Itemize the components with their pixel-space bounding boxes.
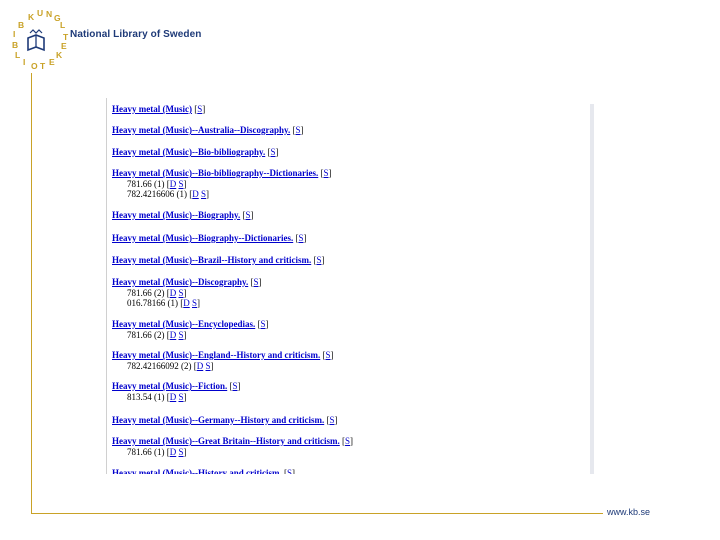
call-number-line: 782.42166092 (2) [D S] <box>127 360 214 371</box>
call-number-line: 781.66 (1) [D S] <box>127 178 187 189</box>
subject-entry: Heavy metal (Music)--Fiction. [S] 813.54 … <box>112 381 240 402</box>
tag-link[interactable]: S <box>197 104 202 114</box>
subject-entry: Heavy metal (Music)--Biography--Dictiona… <box>112 233 306 244</box>
catalog-screenshot: Heavy metal (Music) [S] Heavy metal (Musi… <box>106 98 594 474</box>
subject-entry: Heavy metal (Music)--Australia--Discogra… <box>112 125 304 136</box>
subject-tag: [S] <box>322 350 334 360</box>
subject-heading-link[interactable]: Heavy metal (Music)--Brazil--History and… <box>112 255 311 265</box>
s-link[interactable]: S <box>206 361 211 371</box>
subject-tag: [S] <box>250 277 262 287</box>
call-number: 813.54 (1) <box>127 391 165 402</box>
call-number-line: 813.54 (1) [D S] <box>127 391 187 402</box>
call-number: 781.66 (2) <box>127 329 165 340</box>
subject-entry: Heavy metal (Music)--Encyclopedias. [S] 7… <box>112 319 269 340</box>
subject-heading-link[interactable]: Heavy metal (Music)--Fiction. <box>112 381 227 391</box>
d-link[interactable]: D <box>170 330 177 340</box>
subject-entry: Heavy metal (Music)--History and critici… <box>112 468 295 474</box>
s-link[interactable]: S <box>179 392 184 402</box>
d-link[interactable]: D <box>197 361 204 371</box>
s-link[interactable]: S <box>179 330 184 340</box>
d-link[interactable]: D <box>170 288 177 298</box>
subject-heading-link[interactable]: Heavy metal (Music)--Biography--Dictiona… <box>112 233 293 243</box>
subject-tag: [S] <box>242 210 254 220</box>
tag-link[interactable]: S <box>253 277 258 287</box>
subject-heading-link[interactable]: Heavy metal (Music)--Bio-bibliography. <box>112 147 265 157</box>
subject-tag: [S] <box>284 468 295 474</box>
tag-link[interactable]: S <box>271 147 276 157</box>
subject-heading-link[interactable]: Heavy metal (Music) <box>112 104 192 114</box>
subject-tag: [S] <box>313 255 325 265</box>
tag-link[interactable]: S <box>345 436 350 446</box>
subject-tag: [S] <box>194 104 206 114</box>
subject-tag: [S] <box>295 233 307 243</box>
call-number-line: 782.4216606 (1) [D S] <box>127 189 210 199</box>
d-link[interactable]: D <box>192 189 199 199</box>
subject-tag: [S] <box>342 436 354 446</box>
subject-heading-link[interactable]: Heavy metal (Music)--Australia--Discogra… <box>112 125 290 135</box>
tag-link[interactable]: S <box>295 125 300 135</box>
footer-site-url[interactable]: www.kb.se <box>607 507 650 517</box>
tag-link[interactable]: S <box>323 168 328 178</box>
s-link[interactable]: S <box>179 288 184 298</box>
subject-heading-link[interactable]: Heavy metal (Music)--Great Britain--Hist… <box>112 436 340 446</box>
brand-title: National Library of Sweden <box>70 29 202 40</box>
subject-heading-link[interactable]: Heavy metal (Music)--Bio-bibliography--D… <box>112 168 318 178</box>
call-number: 016.78166 (1) <box>127 298 178 308</box>
d-link[interactable]: D <box>183 298 190 308</box>
subject-entry: Heavy metal (Music)--Bio-bibliography. [… <box>112 147 279 158</box>
call-number-line: 781.66 (2) [D S] <box>127 287 187 298</box>
subject-entry: Heavy metal (Music)--England--History an… <box>112 350 334 371</box>
subject-heading-link[interactable]: Heavy metal (Music)--Biography. <box>112 210 240 220</box>
subject-tag: [S] <box>320 168 332 178</box>
subject-tag: [S] <box>257 319 269 329</box>
tag-link[interactable]: S <box>245 210 250 220</box>
tag-link[interactable]: S <box>298 233 303 243</box>
subject-tag: [S] <box>292 125 304 135</box>
call-number: 781.66 (2) <box>127 287 165 298</box>
subject-heading-link[interactable]: Heavy metal (Music)--Germany--History an… <box>112 415 324 425</box>
call-number: 782.42166092 (2) <box>127 360 192 371</box>
call-number: 781.66 (1) <box>127 446 165 457</box>
scrollbar-track[interactable] <box>590 104 594 474</box>
gold-vertical-rule <box>31 73 32 513</box>
tag-link[interactable]: S <box>287 468 292 474</box>
tag-link[interactable]: S <box>329 415 334 425</box>
subject-heading-link[interactable]: Heavy metal (Music)--History and critici… <box>112 468 282 474</box>
subject-tag: [S] <box>229 381 241 391</box>
subject-tag: [S] <box>326 415 338 425</box>
subject-entry: Heavy metal (Music)--Germany--History an… <box>112 415 337 426</box>
d-link[interactable]: D <box>170 447 177 457</box>
kb-seal-logo: K U N G L B I B L I O T E K E T <box>12 8 69 71</box>
subject-entry: Heavy metal (Music)--Discography. [S] 781… <box>112 277 262 309</box>
s-link[interactable]: S <box>192 298 197 308</box>
s-link[interactable]: S <box>179 447 184 457</box>
subject-entry: Heavy metal (Music)--Great Britain--Hist… <box>112 436 353 457</box>
subject-entry: Heavy metal (Music)--Brazil--History and… <box>112 255 324 266</box>
subject-entry: Heavy metal (Music)--Bio-bibliography--D… <box>112 168 332 200</box>
subject-heading-link[interactable]: Heavy metal (Music)--England--History an… <box>112 350 320 360</box>
subject-heading-link[interactable]: Heavy metal (Music)--Encyclopedias. <box>112 319 255 329</box>
call-number-line: 781.66 (1) [D S] <box>127 446 187 457</box>
call-number: 782.4216606 (1) <box>127 189 187 199</box>
d-link[interactable]: D <box>170 179 177 189</box>
subject-heading-link[interactable]: Heavy metal (Music)--Discography. <box>112 277 248 287</box>
subject-entry: Heavy metal (Music)--Biography. [S] <box>112 210 254 221</box>
call-number-line: 016.78166 (1) [D S] <box>127 298 201 308</box>
call-number: 781.66 (1) <box>127 178 165 189</box>
subject-entry: Heavy metal (Music) [S] <box>112 104 205 115</box>
s-link[interactable]: S <box>179 179 184 189</box>
tag-link[interactable]: S <box>316 255 321 265</box>
s-link[interactable]: S <box>201 189 206 199</box>
gold-horizontal-rule <box>31 513 603 514</box>
tag-link[interactable]: S <box>325 350 330 360</box>
tag-link[interactable]: S <box>260 319 265 329</box>
call-number-line: 781.66 (2) [D S] <box>127 329 187 340</box>
tag-link[interactable]: S <box>232 381 237 391</box>
subject-tag: [S] <box>267 147 279 157</box>
d-link[interactable]: D <box>170 392 177 402</box>
svg-text:K U N G L: K U N G L B I B L I O T E K E T <box>12 8 69 71</box>
